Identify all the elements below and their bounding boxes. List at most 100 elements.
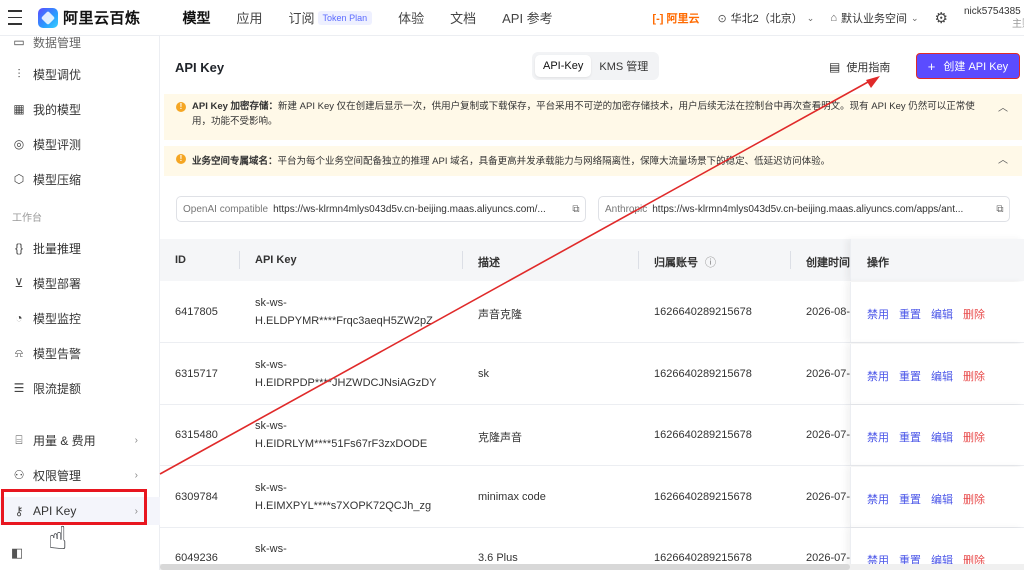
sidebar-item-alarm[interactable]: ⍾ 模型告警	[0, 339, 160, 367]
nav-api-reference[interactable]: API 参考	[502, 8, 553, 27]
edit-button[interactable]: 编辑	[931, 368, 953, 384]
api-key-prefix: sk-ws-	[255, 297, 287, 309]
nav-app[interactable]: 应用	[237, 8, 263, 27]
endpoint-anthropic[interactable]: Anthropic https://ws-klrmn4mlys043d5v.cn…	[598, 196, 1010, 222]
cell-id: 6309784	[175, 490, 218, 503]
bag-icon: ⌸	[15, 432, 23, 447]
gear-icon[interactable]: ⚙	[935, 9, 948, 27]
endpoint-openai[interactable]: OpenAI compatible https://ws-klrmn4mlys0…	[176, 196, 586, 222]
aliyun-logo[interactable]: [-] 阿里云	[652, 10, 699, 26]
sidebar-collapse-icon[interactable]: ◧	[11, 545, 23, 561]
api-key-masked: H.ELDPYMR****Frqc3aeqH5ZW2pZ	[255, 315, 433, 327]
copy-icon[interactable]: ⧉	[991, 204, 1009, 215]
workspace-selector[interactable]: ⌂ 默认业务空间 ⌄	[830, 10, 918, 26]
api-key-prefix: sk-ws-	[255, 358, 287, 371]
collapse-icon[interactable]: ︿	[998, 153, 1008, 168]
disable-button[interactable]: 禁用	[867, 368, 889, 384]
user-role: 主账	[1012, 19, 1024, 30]
region-selector[interactable]: ⊙ 华北2（北京） ⌄	[717, 10, 814, 26]
cell-description: minimax code	[478, 490, 546, 503]
sidebar-item-label: 限流提额	[33, 381, 82, 396]
tab-switcher: API-Key KMS 管理	[532, 52, 660, 80]
cell-account: 1626640289215678	[654, 367, 752, 380]
sidebar-item-label: 批量推理	[33, 241, 82, 256]
sidebar-item-compress[interactable]: ⬡ 模型压缩	[0, 165, 160, 193]
disable-button[interactable]: 禁用	[867, 306, 889, 322]
cube-icon: ⬡	[13, 172, 25, 186]
api-key-masked: H.EIMXPYL****s7XOPK72QCJh_zg	[255, 499, 432, 512]
cell-description: 声音克隆	[478, 309, 522, 321]
collapse-icon[interactable]: ︿	[998, 101, 1008, 116]
alarm-icon: ⍾	[15, 345, 23, 360]
nav-subscribe[interactable]: 订阅	[289, 8, 315, 27]
sidebar-item-label: 模型告警	[33, 346, 82, 361]
cell-created: 2026-08-	[806, 306, 851, 318]
cell-operations: 禁用 重置 编辑 删除	[850, 466, 1024, 527]
sidebar-item-my-models[interactable]: ▦ 我的模型	[0, 95, 160, 123]
endpoint-url: https://ws-klrmn4mlys043d5v.cn-beijing.m…	[652, 203, 964, 215]
guide-link[interactable]: ▤ 使用指南	[829, 59, 890, 75]
copy-icon[interactable]: ⧉	[567, 204, 585, 215]
sidebar-item-deploy[interactable]: ⊻ 模型部署	[0, 269, 160, 297]
cell-created: 2026-07-	[806, 552, 851, 564]
delete-button[interactable]: 删除	[963, 368, 985, 384]
chevron-down-icon: ⌄	[806, 12, 815, 23]
cell-id: 6315717	[175, 367, 218, 380]
disable-button[interactable]: 禁用	[867, 429, 889, 445]
user-menu[interactable]: nick5754385 主账	[964, 5, 1024, 31]
reset-button[interactable]: 重置	[899, 491, 921, 507]
column-header: 操作	[867, 257, 889, 269]
cell-api-key: sk-ws- H.ELDPYMR****Frqc3aeqH5ZW2pZ	[255, 294, 433, 330]
sidebar-item-batch[interactable]: {} 批量推理	[0, 234, 160, 262]
api-key-masked: H.EIDRPDP****JHZWDCJNsiAGzDY	[255, 376, 437, 389]
sidebar-item-permission[interactable]: ⚇ 权限管理 ›	[0, 461, 160, 489]
nav-model[interactable]: 模型	[183, 8, 211, 28]
hand-cursor-icon: ☝	[48, 520, 68, 556]
user-icon: ⚇	[13, 468, 25, 482]
cell-account: 1626640289215678	[654, 429, 752, 441]
delete-button[interactable]: 删除	[963, 429, 985, 445]
cell-created: 2026-07-	[806, 367, 851, 380]
chevron-right-icon: ›	[134, 469, 138, 481]
tab-api-key[interactable]: API-Key	[535, 55, 592, 77]
edit-button[interactable]: 编辑	[931, 306, 953, 322]
logo-mark-icon	[38, 7, 58, 28]
reset-button[interactable]: 重置	[899, 429, 921, 445]
nav-experience[interactable]: 体验	[398, 8, 424, 27]
sidebar-item-label: 权限管理	[33, 468, 82, 483]
cell-api-key: sk-ws- H.EIMXPYL****s7XOPK72QCJh_zg	[255, 479, 431, 515]
cell-api-key: sk-ws-	[255, 540, 287, 558]
cell-account: 1626640289215678	[654, 306, 752, 318]
database-icon: ▭	[13, 35, 25, 49]
create-api-key-button[interactable]: + 创建 API Key	[916, 53, 1020, 79]
sidebar-group-workbench: 工作台	[12, 213, 42, 224]
horizontal-scrollbar[interactable]	[160, 564, 1024, 570]
sidebar-item-data[interactable]: ▭ 数据管理	[0, 28, 160, 56]
page-title: API Key	[175, 60, 225, 75]
sidebar-item-usage[interactable]: ⌸ 用量 & 费用 ›	[0, 426, 160, 454]
nav-docs[interactable]: 文档	[450, 8, 476, 27]
sidebar-item-ratelimit[interactable]: ☰ 限流提额	[0, 374, 160, 402]
tab-kms[interactable]: KMS 管理	[591, 53, 656, 79]
delete-button[interactable]: 删除	[963, 306, 985, 322]
cell-description: 克隆声音	[478, 432, 522, 444]
sidebar-item-tuning[interactable]: ⫶ 模型调优	[0, 60, 160, 88]
location-icon: ⊙	[717, 12, 727, 25]
edit-button[interactable]: 编辑	[931, 429, 953, 445]
delete-button[interactable]: 删除	[963, 491, 985, 507]
sidebar-item-eval[interactable]: ◎ 模型评测	[0, 130, 160, 158]
sidebar-item-label: 模型压缩	[33, 172, 82, 187]
logo[interactable]: 阿里云百炼	[38, 7, 141, 28]
sidebar-item-monitor[interactable]: ◔ 模型监控	[0, 304, 160, 332]
cell-operations: 禁用 重置 编辑 删除	[850, 343, 1024, 404]
reset-button[interactable]: 重置	[899, 368, 921, 384]
ops-header: 操作	[850, 239, 1024, 281]
disable-button[interactable]: 禁用	[867, 491, 889, 507]
column-header: ID	[175, 254, 186, 266]
top-nav: 模型 应用 订阅 Token Plan 体验 文档 API 参考	[183, 8, 579, 28]
cell-operations: 禁用 重置 编辑 删除	[850, 282, 1024, 342]
edit-button[interactable]: 编辑	[931, 491, 953, 507]
token-plan-badge[interactable]: Token Plan	[317, 10, 373, 25]
reset-button[interactable]: 重置	[899, 306, 921, 322]
info-icon[interactable]: ⓘ	[705, 254, 716, 270]
